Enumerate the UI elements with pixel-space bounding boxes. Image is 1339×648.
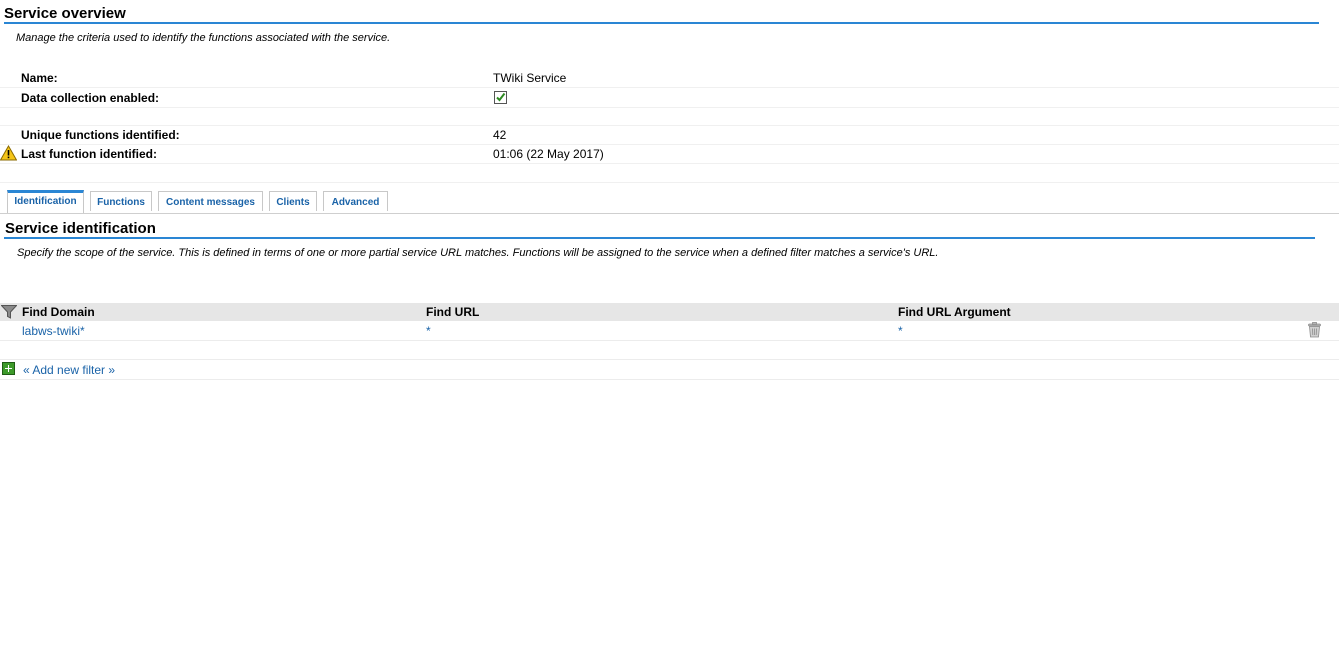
name-label: Name: bbox=[21, 71, 58, 85]
property-row-last-function: Last function identified: 01:06 (22 May … bbox=[0, 144, 1339, 164]
column-header-find-url-argument[interactable]: Find URL Argument bbox=[898, 305, 1011, 319]
identification-description: Specify the scope of the service. This i… bbox=[17, 247, 939, 259]
property-row-unique-functions: Unique functions identified: 42 bbox=[0, 125, 1339, 145]
property-row-name: Name: TWiki Service bbox=[0, 68, 1339, 88]
service-overview-title: Service overview bbox=[4, 5, 126, 22]
tab-identification[interactable]: Identification bbox=[7, 190, 84, 213]
column-header-find-domain[interactable]: Find Domain bbox=[22, 305, 95, 319]
property-row-spacer bbox=[0, 107, 1339, 126]
overview-description: Manage the criteria used to identify the… bbox=[16, 32, 391, 44]
unique-functions-value: 42 bbox=[493, 128, 507, 142]
last-function-value: 01:06 (22 May 2017) bbox=[493, 147, 604, 161]
find-url-cell[interactable]: * bbox=[426, 324, 431, 338]
last-function-label: Last function identified: bbox=[21, 147, 157, 161]
add-filter-row: « Add new filter » bbox=[0, 359, 1339, 380]
service-identification-title: Service identification bbox=[5, 220, 156, 237]
tab-bar: Identification Functions Content message… bbox=[0, 190, 1339, 214]
trash-icon[interactable] bbox=[1307, 322, 1322, 338]
property-row-spacer-2 bbox=[0, 163, 1339, 183]
find-domain-cell[interactable]: labws-twiki* bbox=[22, 324, 85, 338]
tab-functions[interactable]: Functions bbox=[90, 191, 152, 211]
identification-title-rule bbox=[4, 237, 1315, 239]
tab-content-messages[interactable]: Content messages bbox=[158, 191, 263, 211]
filter-table-header: Find Domain Find URL Find URL Argument bbox=[0, 303, 1339, 321]
column-header-find-url[interactable]: Find URL bbox=[426, 305, 479, 319]
overview-title-rule bbox=[4, 22, 1319, 24]
checkbox-checked-icon[interactable] bbox=[494, 91, 507, 104]
funnel-filter-icon[interactable] bbox=[1, 305, 17, 319]
plus-add-icon[interactable] bbox=[2, 362, 15, 375]
add-new-filter-link[interactable]: « Add new filter » bbox=[23, 363, 115, 377]
name-value: TWiki Service bbox=[493, 71, 567, 85]
find-url-argument-cell[interactable]: * bbox=[898, 324, 903, 338]
tab-clients[interactable]: Clients bbox=[269, 191, 317, 211]
property-row-data-collection: Data collection enabled: bbox=[0, 88, 1339, 108]
warning-icon bbox=[0, 145, 17, 161]
unique-functions-label: Unique functions identified: bbox=[21, 128, 180, 142]
data-collection-label: Data collection enabled: bbox=[21, 91, 160, 105]
tab-advanced[interactable]: Advanced bbox=[323, 191, 388, 211]
table-row: labws-twiki* * * bbox=[0, 321, 1339, 341]
